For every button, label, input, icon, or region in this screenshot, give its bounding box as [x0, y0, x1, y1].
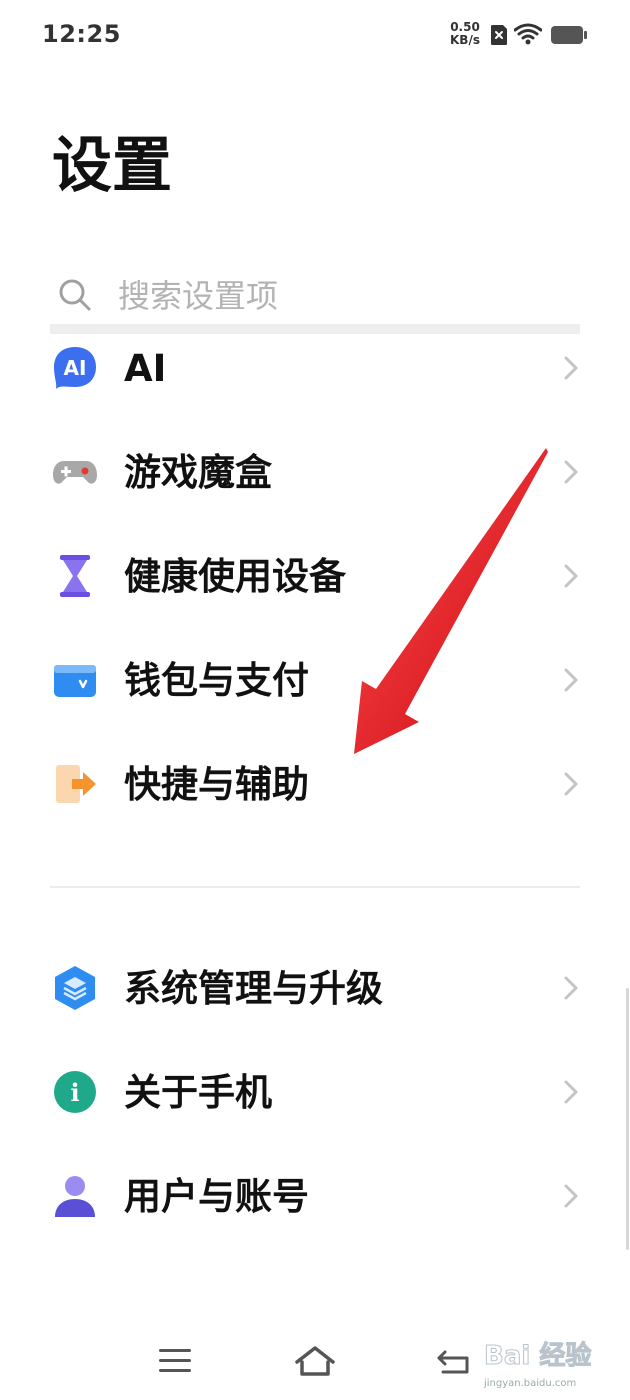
info-icon-text: i — [70, 1078, 79, 1107]
settings-item-ai[interactable]: AI AI — [0, 320, 630, 420]
settings-item-label: 游戏魔盒 — [124, 451, 272, 494]
settings-item-label: 关于手机 — [124, 1071, 272, 1114]
settings-item-user-accounts[interactable]: 用户与账号 — [0, 1148, 630, 1248]
home-icon[interactable] — [293, 1340, 337, 1380]
status-bar: 12:25 0.50 KB/s — [0, 0, 630, 70]
settings-item-label: 快捷与辅助 — [124, 763, 309, 806]
settings-item-wallet[interactable]: 钱包与支付 — [0, 632, 630, 732]
scroll-indicator — [626, 988, 629, 1250]
info-icon: i — [54, 1071, 96, 1113]
settings-item-system-management[interactable]: 系统管理与升级 — [0, 940, 630, 1040]
settings-item-label: 用户与账号 — [124, 1175, 309, 1218]
chevron-right-icon — [564, 1184, 578, 1208]
chevron-right-icon — [564, 772, 578, 796]
search-input[interactable]: 搜索设置项 — [118, 275, 278, 317]
page-title: 设置 — [52, 131, 172, 201]
watermark-domain: jingyan.baidu.com — [484, 1378, 577, 1389]
chevron-right-icon — [564, 668, 578, 692]
wifi-icon — [514, 23, 542, 45]
settings-item-label: 系统管理与升级 — [124, 967, 383, 1010]
ai-icon: AI — [54, 347, 96, 389]
settings-item-healthy-usage[interactable]: 健康使用设备 — [0, 528, 630, 628]
search-icon — [59, 279, 91, 311]
gamepad-icon — [53, 461, 97, 484]
system-layers-icon — [55, 966, 95, 1010]
wallet-icon — [54, 665, 96, 697]
settings-item-about-phone[interactable]: i 关于手机 — [0, 1044, 630, 1144]
chevron-right-icon — [564, 460, 578, 484]
user-icon — [55, 1176, 95, 1217]
chevron-right-icon — [564, 1080, 578, 1104]
status-time: 12:25 — [42, 20, 121, 48]
search-bar[interactable]: 搜索设置项 — [52, 268, 580, 324]
watermark-text: Bai 经验 — [484, 1340, 591, 1371]
menu-icon[interactable] — [153, 1340, 197, 1380]
chevron-right-icon — [564, 976, 578, 1000]
settings-item-game-box[interactable]: 游戏魔盒 — [0, 424, 630, 524]
settings-item-label: 健康使用设备 — [124, 555, 346, 598]
network-speed-unit: KB/s — [450, 33, 480, 47]
ai-icon-text: AI — [64, 356, 87, 380]
network-speed: 0.50 KB/s — [446, 21, 484, 47]
settings-item-label: 钱包与支付 — [124, 659, 309, 702]
settings-item-label: AI — [124, 347, 167, 390]
shortcut-icon — [56, 765, 96, 803]
hourglass-icon — [60, 555, 90, 597]
sim-disabled-icon — [491, 25, 507, 45]
chevron-right-icon — [564, 564, 578, 588]
battery-icon — [551, 26, 587, 44]
back-icon[interactable] — [433, 1340, 477, 1380]
section-divider — [50, 886, 580, 888]
chevron-right-icon — [564, 356, 578, 380]
settings-item-shortcuts[interactable]: 快捷与辅助 — [0, 736, 630, 836]
